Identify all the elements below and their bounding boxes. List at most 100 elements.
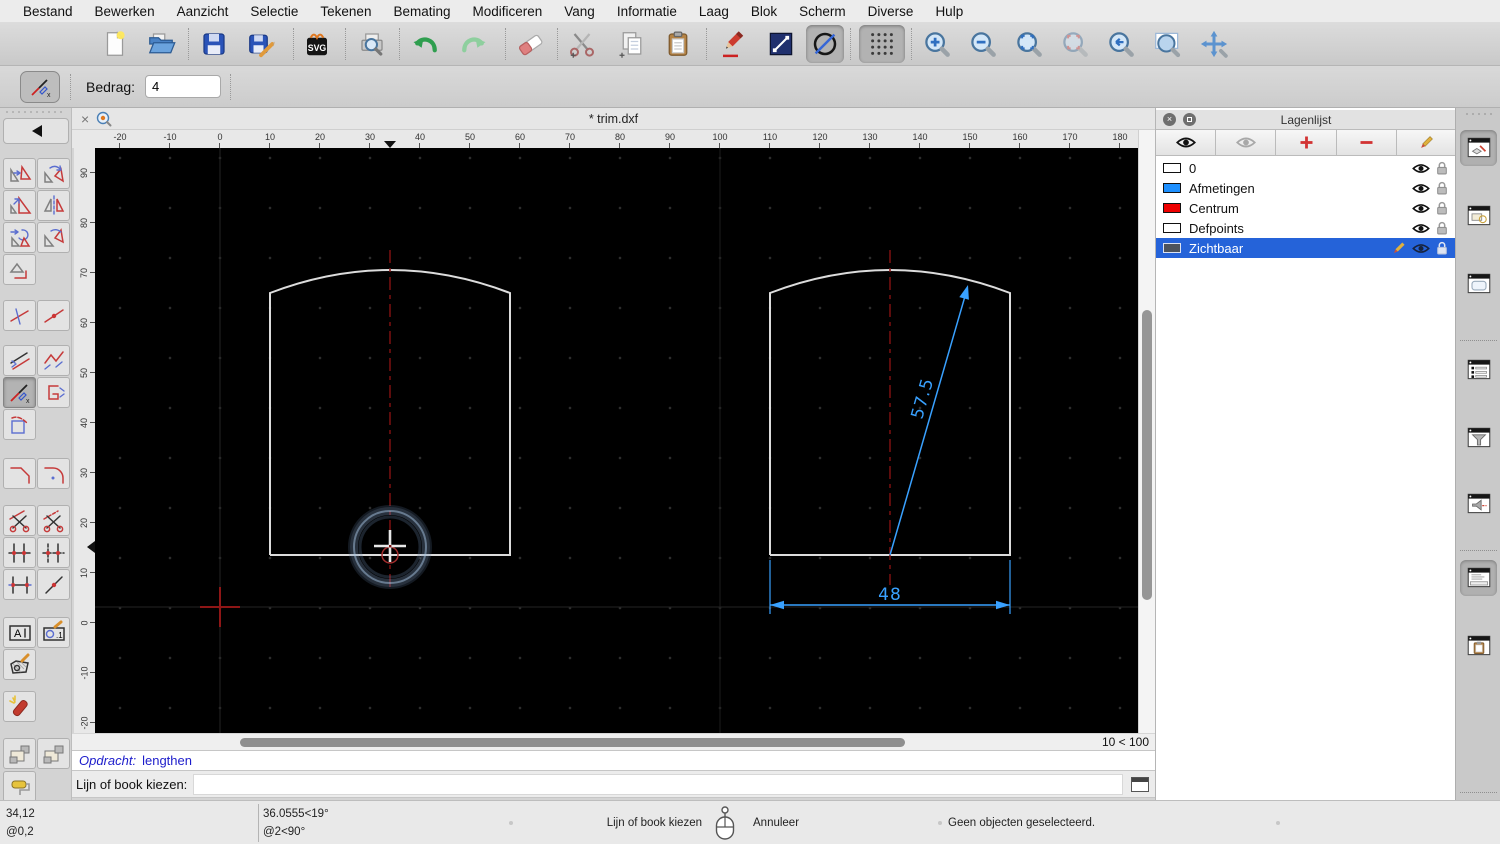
menu-item[interactable]: Hulp (924, 4, 974, 19)
layer-row-selected[interactable]: Zichtbaar (1156, 238, 1456, 258)
draw-pencil-button[interactable] (714, 25, 752, 63)
save-as-button[interactable] (242, 25, 280, 63)
copy-button[interactable] (613, 25, 651, 63)
lock-icon[interactable] (1436, 201, 1448, 215)
paste-button[interactable] (659, 25, 697, 63)
rotate-tool[interactable] (37, 158, 70, 189)
menu-item[interactable]: Laag (688, 4, 740, 19)
layer-color-swatch[interactable] (1163, 203, 1181, 213)
property-editor-dock-button[interactable] (1460, 352, 1497, 388)
move-tool[interactable] (3, 158, 36, 189)
vertical-scrollbar-thumb[interactable] (1142, 310, 1152, 600)
mirror-tool[interactable] (37, 190, 70, 221)
menu-item[interactable]: Diverse (857, 4, 925, 19)
save-button[interactable] (195, 25, 233, 63)
library-browser-dock-button[interactable] (1460, 486, 1497, 522)
layer-list-dock-button[interactable] (1460, 130, 1497, 166)
eye-icon[interactable] (1412, 163, 1430, 174)
eye-icon[interactable] (1412, 183, 1430, 194)
text-edit-tool[interactable]: A (3, 617, 36, 648)
auto-trim-tool[interactable] (3, 409, 36, 440)
draft-mode-toggle[interactable] (806, 25, 844, 63)
explode-tool[interactable] (3, 691, 36, 722)
break-tool[interactable] (3, 537, 36, 568)
menu-item[interactable]: Bestand (12, 4, 84, 19)
menu-item[interactable]: Scherm (788, 4, 857, 19)
layer-color-swatch[interactable] (1163, 223, 1181, 233)
order-back-tool[interactable] (37, 738, 70, 769)
document-tab-title[interactable]: * trim.dxf (72, 112, 1155, 126)
back-button[interactable] (3, 118, 69, 144)
layer-color-swatch[interactable] (1163, 183, 1181, 193)
clipboard-dock-button[interactable] (1460, 628, 1497, 664)
selection-filter-dock-button[interactable] (1460, 420, 1497, 456)
lock-icon[interactable] (1436, 161, 1448, 175)
lengthen-tool-button[interactable]: x (20, 71, 60, 103)
eye-icon[interactable] (1412, 223, 1430, 234)
pencil-icon[interactable] (1391, 241, 1406, 256)
redo-button[interactable] (454, 25, 492, 63)
cut-button[interactable] (563, 25, 601, 63)
open-file-button[interactable] (142, 25, 180, 63)
amount-input[interactable] (145, 75, 221, 98)
print-preview-button[interactable] (353, 25, 391, 63)
new-file-button[interactable] (96, 25, 134, 63)
menu-item[interactable]: Selectie (239, 4, 309, 19)
cut-at-point-tool[interactable] (3, 505, 36, 536)
drawing-canvas[interactable]: 57.5 48 (95, 148, 1138, 733)
rotate-two-tool[interactable] (37, 222, 70, 253)
order-front-tool[interactable] (3, 738, 36, 769)
erase-button[interactable] (511, 25, 549, 63)
menu-item[interactable]: Blok (740, 4, 788, 19)
menu-item[interactable]: Tekenen (309, 4, 382, 19)
palette-handle[interactable] (4, 110, 66, 114)
dimension-edit-tool[interactable]: .1 (37, 617, 70, 648)
paint-tool[interactable] (3, 771, 36, 800)
lock-icon[interactable] (1436, 181, 1448, 195)
project-tool[interactable] (3, 254, 36, 285)
edit-layer-button[interactable] (1397, 130, 1456, 155)
menu-item[interactable]: Bemating (382, 4, 461, 19)
draw-line-button[interactable] (762, 25, 800, 63)
zoom-in-button[interactable] (918, 25, 956, 63)
add-layer-button[interactable] (1276, 130, 1337, 155)
lengthen-tool[interactable]: x (3, 377, 36, 408)
zoom-window-button[interactable] (1148, 25, 1186, 63)
layer-color-swatch[interactable] (1163, 163, 1181, 173)
remove-layer-button[interactable] (1337, 130, 1397, 155)
cut-segment-tool[interactable] (37, 505, 70, 536)
break-manual-tool[interactable] (37, 537, 70, 568)
undo-button[interactable] (407, 25, 445, 63)
menu-item[interactable]: Vang (553, 4, 606, 19)
multi-trim-tool[interactable] (37, 345, 70, 376)
export-svg-button[interactable]: SVG (298, 25, 336, 63)
fillet-tool[interactable] (37, 458, 70, 489)
move-rotate-tool[interactable] (3, 222, 36, 253)
zoom-out-button[interactable] (964, 25, 1002, 63)
zoom-previous-button[interactable] (1102, 25, 1140, 63)
horizontal-scrollbar-thumb[interactable] (240, 738, 905, 747)
pan-button[interactable] (1195, 25, 1233, 63)
trim-two-tool[interactable] (3, 345, 36, 376)
polyline-edit-tool[interactable] (37, 377, 70, 408)
vertical-scrollbar[interactable] (1138, 130, 1155, 733)
command-line-dock-button[interactable] (1460, 560, 1497, 596)
menu-item[interactable]: Aanzicht (166, 4, 240, 19)
grid-toggle[interactable] (859, 25, 905, 63)
lengthen-shorten-tool[interactable] (37, 300, 70, 331)
horizontal-scrollbar[interactable]: 10 < 100 (72, 733, 1155, 750)
menu-item[interactable]: Informatie (606, 4, 688, 19)
stretch-tool[interactable] (3, 569, 36, 600)
layer-color-swatch[interactable] (1163, 243, 1181, 253)
layer-row[interactable]: Defpoints (1156, 218, 1456, 238)
lock-icon[interactable] (1436, 221, 1448, 235)
eye-icon[interactable] (1412, 243, 1430, 254)
eye-icon[interactable] (1412, 203, 1430, 214)
divide-tool[interactable] (37, 569, 70, 600)
panel-detach-icon[interactable] (1183, 113, 1196, 126)
command-panel-toggle-icon[interactable] (1131, 776, 1149, 792)
trim-tool[interactable] (3, 300, 36, 331)
layer-row[interactable]: 0 (1156, 158, 1456, 178)
layer-row[interactable]: Centrum (1156, 198, 1456, 218)
show-all-layers-button[interactable] (1156, 130, 1217, 155)
